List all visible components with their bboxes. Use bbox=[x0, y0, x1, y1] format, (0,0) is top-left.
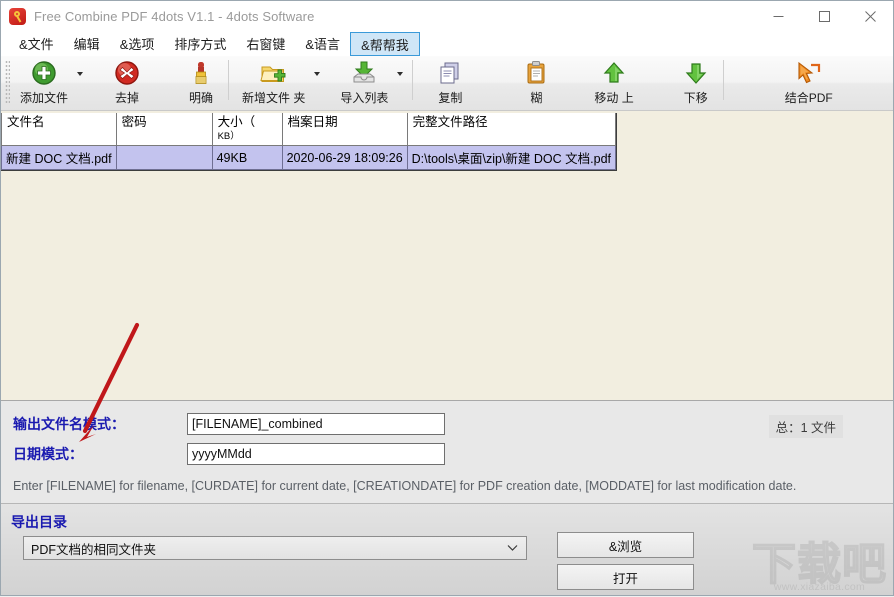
cell-filename[interactable]: 新建 DOC 文档.pdf bbox=[1, 145, 117, 171]
add-file-green-plus-icon bbox=[30, 59, 58, 87]
menu-item-sort[interactable]: 排序方式 bbox=[164, 31, 236, 56]
open-button[interactable]: 打开 bbox=[557, 564, 694, 590]
toolbar-caret-add-folder[interactable] bbox=[311, 56, 322, 108]
remove-red-x-icon bbox=[113, 59, 141, 87]
minimize-icon[interactable] bbox=[755, 1, 801, 31]
total-files-badge: 总：1 文件 bbox=[768, 414, 843, 438]
paste-clipboard-icon bbox=[522, 59, 550, 87]
toolbar-button-move-down[interactable]: 下移 bbox=[676, 56, 716, 108]
menu-item-file[interactable]: &文件 bbox=[9, 31, 64, 56]
toolbar-label-move-up: 移动 上 bbox=[594, 91, 634, 105]
file-table-body: 新建 DOC 文档.pdf 49KB 2020-06-29 18:09:26 D… bbox=[1, 145, 617, 171]
toolbar-button-add-file[interactable]: 添加文件 bbox=[14, 56, 74, 108]
file-table-header-row: 文件名 密码 大小（ KB） 档案日期 完整文件路径 bbox=[1, 113, 617, 147]
toolbar-button-paste[interactable]: 糊 bbox=[516, 56, 556, 108]
column-header-password[interactable]: 密码 bbox=[115, 113, 213, 147]
toolbar-label-import-list: 导入列表 bbox=[340, 91, 389, 105]
cell-fullpath[interactable]: D:\tools\桌面\zip\新建 DOC 文档.pdf bbox=[406, 145, 617, 171]
toolbar: 添加文件 去掉 明确 新增文件 夹 导入列表 复制 糊 移动 上 下移 结合PD… bbox=[1, 56, 893, 111]
cell-size[interactable]: 49KB bbox=[211, 145, 283, 171]
file-table-header: 文件名 密码 大小（ KB） 档案日期 完整文件路径 bbox=[1, 113, 617, 147]
toolbar-label-clear: 明确 bbox=[189, 91, 214, 105]
toolbar-label-paste: 糊 bbox=[530, 91, 543, 105]
toolbar-button-clear[interactable]: 明确 bbox=[181, 56, 221, 108]
close-icon[interactable] bbox=[847, 1, 893, 31]
menu-item-context[interactable]: 右窗键 bbox=[236, 31, 295, 56]
table-row[interactable]: 新建 DOC 文档.pdf 49KB 2020-06-29 18:09:26 D… bbox=[1, 145, 617, 171]
toolbar-button-import-list[interactable]: 导入列表 bbox=[334, 56, 394, 108]
window-title: Free Combine PDF 4dots V1.1 - 4dots Soft… bbox=[34, 8, 315, 24]
output-directory-selected-value: PDF文档的相同文件夹 bbox=[31, 542, 157, 557]
column-header-fullpath[interactable]: 完整文件路径 bbox=[406, 113, 617, 147]
pdf-app-icon bbox=[9, 7, 26, 25]
toolbar-separator-1 bbox=[228, 60, 230, 100]
copy-icon bbox=[436, 59, 464, 87]
browse-button[interactable]: &浏览 bbox=[557, 532, 694, 558]
menu-item-help[interactable]: &帮帮我 bbox=[350, 32, 420, 56]
toolbar-label-move-down: 下移 bbox=[683, 91, 708, 105]
toolbar-caret-import-list[interactable] bbox=[394, 56, 405, 108]
menu-item-edit[interactable]: 编辑 bbox=[64, 31, 110, 56]
cell-date[interactable]: 2020-06-29 18:09:26 bbox=[281, 145, 408, 171]
column-header-size[interactable]: 大小（ KB） bbox=[211, 113, 283, 147]
move-down-green-arrow-icon bbox=[682, 59, 710, 87]
file-table: 文件名 密码 大小（ KB） 档案日期 完整文件路径 新建 DOC 文档.pdf… bbox=[1, 113, 617, 171]
output-directory-select[interactable]: PDF文档的相同文件夹 bbox=[23, 536, 527, 560]
toolbar-label-combine-pdf: 结合PDF bbox=[784, 91, 833, 105]
output-filename-pattern-label: 输出文件名模式： bbox=[13, 415, 125, 432]
column-header-date-label: 档案日期 bbox=[287, 115, 338, 129]
output-directory-title: 导出目录 bbox=[11, 514, 67, 530]
app-window: Free Combine PDF 4dots V1.1 - 4dots Soft… bbox=[0, 0, 894, 596]
toolbar-label-remove: 去掉 bbox=[115, 91, 140, 105]
menu-bar: &文件 编辑 &选项 排序方式 右窗键 &语言 &帮帮我 bbox=[1, 31, 893, 56]
import-list-download-icon bbox=[350, 59, 378, 87]
add-folder-icon bbox=[260, 59, 288, 87]
combine-pdf-orange-cursor-icon bbox=[795, 59, 823, 87]
cell-password[interactable] bbox=[115, 145, 213, 171]
column-header-size-sublabel: KB） bbox=[217, 131, 240, 143]
toolbar-button-remove[interactable]: 去掉 bbox=[107, 56, 147, 108]
chevron-down-icon bbox=[507, 537, 518, 559]
clear-brush-icon bbox=[187, 59, 215, 87]
toolbar-grip[interactable] bbox=[5, 60, 10, 103]
date-pattern-input[interactable] bbox=[187, 442, 445, 465]
output-filename-pattern-input[interactable] bbox=[187, 412, 445, 435]
column-header-filename-label: 文件名 bbox=[7, 115, 45, 129]
pattern-panel: 输出文件名模式： 日期模式： 总：1 文件 Enter [FILENAME] f… bbox=[1, 400, 893, 503]
column-header-date[interactable]: 档案日期 bbox=[281, 113, 408, 147]
toolbar-label-add-folder: 新增文件 夹 bbox=[242, 91, 306, 105]
toolbar-button-copy[interactable]: 复制 bbox=[430, 56, 470, 108]
pattern-help-text: Enter [FILENAME] for filename, [CURDATE]… bbox=[13, 478, 797, 493]
output-filename-pattern-row: 输出文件名模式： bbox=[1, 411, 893, 437]
move-up-green-arrow-icon bbox=[600, 59, 628, 87]
toolbar-caret-add-file[interactable] bbox=[74, 56, 85, 108]
toolbar-button-add-folder[interactable]: 新增文件 夹 bbox=[236, 56, 311, 108]
toolbar-button-combine-pdf[interactable]: 结合PDF bbox=[779, 56, 839, 108]
date-pattern-label: 日期模式： bbox=[13, 445, 83, 462]
toolbar-label-add-file: 添加文件 bbox=[20, 91, 69, 105]
column-header-filename[interactable]: 文件名 bbox=[1, 113, 117, 147]
column-header-password-label: 密码 bbox=[121, 115, 147, 129]
date-pattern-row: 日期模式： bbox=[1, 441, 893, 467]
output-directory-panel: 导出目录 PDF文档的相同文件夹 bbox=[1, 503, 893, 595]
toolbar-label-copy: 复制 bbox=[438, 91, 463, 105]
column-header-fullpath-label: 完整文件路径 bbox=[412, 115, 488, 129]
maximize-icon[interactable] bbox=[801, 1, 847, 31]
file-list-area[interactable]: 文件名 密码 大小（ KB） 档案日期 完整文件路径 新建 DOC 文档.pdf… bbox=[1, 111, 893, 401]
menu-item-options[interactable]: &选项 bbox=[110, 31, 165, 56]
toolbar-button-move-up[interactable]: 移动 上 bbox=[588, 56, 639, 108]
toolbar-separator-2 bbox=[412, 60, 414, 100]
column-header-size-label: 大小（ bbox=[217, 115, 256, 129]
menu-item-language[interactable]: &语言 bbox=[295, 31, 350, 56]
file-grid: 文件名 密码 大小（ KB） 档案日期 完整文件路径 新建 DOC 文档.pdf… bbox=[1, 113, 618, 172]
window-controls bbox=[755, 1, 893, 31]
title-bar: Free Combine PDF 4dots V1.1 - 4dots Soft… bbox=[1, 1, 893, 31]
toolbar-separator-3 bbox=[722, 60, 724, 100]
